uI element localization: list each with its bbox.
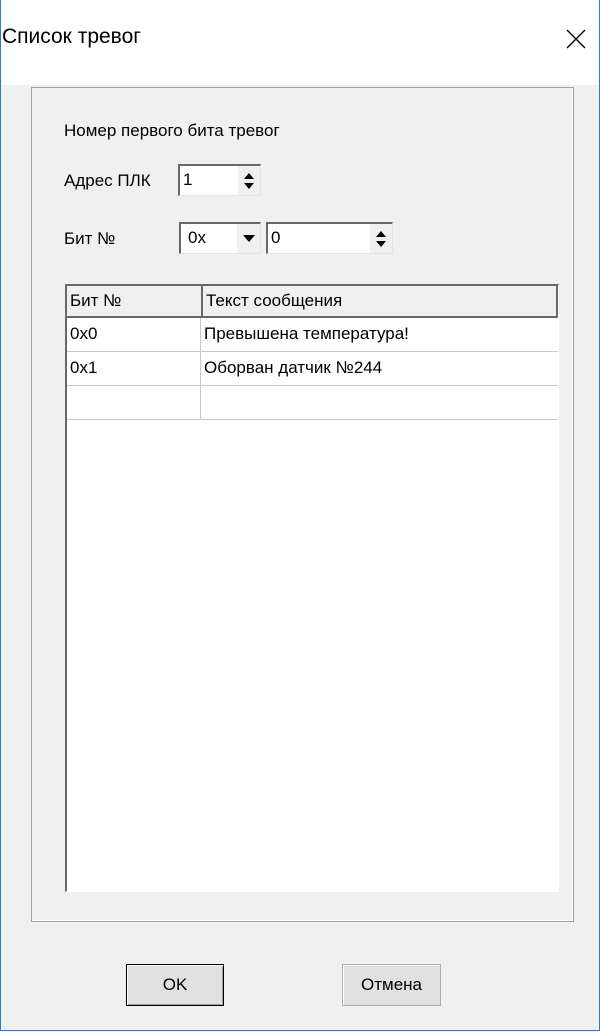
message-cell[interactable]: Превышена температура! [201,318,555,352]
spin-up-icon[interactable] [243,172,255,180]
column-header-bit[interactable]: Бит № [67,286,203,318]
bit-base-dropdown-button[interactable] [236,224,260,253]
alarm-list-dialog: Список тревог Номер первого бита тревог … [0,0,600,1031]
cancel-button[interactable]: Отмена [342,964,441,1006]
window-title: Список тревог [2,25,141,48]
plc-address-spin-buttons[interactable] [238,166,260,195]
dropdown-arrow-icon [242,235,255,242]
bit-number-value: 0 [271,228,281,247]
bit-cell[interactable] [67,386,201,420]
table-row[interactable]: 0x0 Превышена температура! [67,318,558,352]
bit-number-spinbox[interactable]: 0 [266,222,393,254]
title-bar: Список тревог [1,0,599,85]
bit-number-label: Бит № [64,229,116,248]
bit-base-select[interactable]: 0x [179,222,261,254]
dialog-client-area: Номер первого бита тревог Адрес ПЛК 1 Би… [2,85,599,1030]
settings-group: Номер первого бита тревог Адрес ПЛК 1 Би… [31,87,574,922]
spin-down-icon[interactable] [243,182,255,190]
plc-address-value: 1 [183,170,193,189]
bit-base-value: 0x [188,228,206,247]
first-bit-heading: Номер первого бита тревог [64,121,280,140]
table-row[interactable] [67,386,558,420]
ok-button[interactable]: OK [126,964,224,1006]
alarm-table[interactable]: Бит № Текст сообщения 0x0 Превышена темп… [65,284,559,892]
spin-up-icon[interactable] [375,230,387,238]
bit-cell[interactable]: 0x1 [67,352,201,386]
bit-number-spin-buttons[interactable] [370,224,392,253]
plc-address-label: Адрес ПЛК [64,171,151,190]
column-header-message-text[interactable]: Текст сообщения [203,286,558,318]
message-cell[interactable] [201,386,555,420]
table-row[interactable]: 0x1 Оборван датчик №244 [67,352,558,386]
close-icon [566,29,586,49]
bit-cell[interactable]: 0x0 [67,318,201,352]
close-button[interactable] [553,16,599,62]
plc-address-spinbox[interactable]: 1 [178,164,261,196]
message-cell[interactable]: Оборван датчик №244 [201,352,555,386]
spin-down-icon[interactable] [375,240,387,248]
